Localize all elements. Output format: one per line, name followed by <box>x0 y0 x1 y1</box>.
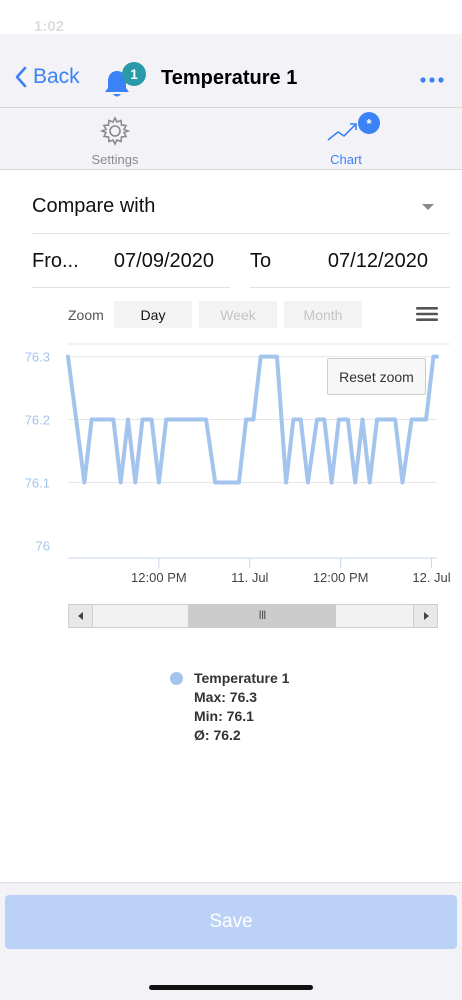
scroll-right-button[interactable] <box>413 605 437 627</box>
to-date-value: 07/12/2020 <box>327 250 428 272</box>
y-tick-label: 76.1 <box>25 475 50 490</box>
gear-icon <box>99 116 131 146</box>
save-button[interactable]: Save <box>5 895 457 949</box>
zoom-label: Zoom <box>68 307 104 323</box>
scrollbar-thumb[interactable]: III <box>188 605 336 627</box>
from-date-label: Fro... <box>32 250 79 272</box>
back-label: Back <box>33 65 80 88</box>
scrollbar-grip-icon: III <box>258 608 266 622</box>
navigation-bar: Back 1 Temperature 1 <box>0 34 462 108</box>
chart-menu-button[interactable] <box>416 306 438 322</box>
x-tick-label: 12. Jul <box>412 570 450 585</box>
zoom-toolbar: Zoom Day Week Month <box>68 300 448 330</box>
zoom-day-button[interactable]: Day <box>114 301 192 328</box>
legend-average: Ø: 76.2 <box>194 727 241 743</box>
y-tick-label: 76 <box>36 538 50 553</box>
triangle-right-icon <box>423 612 429 620</box>
more-horizontal-icon <box>420 77 444 83</box>
zoom-month-button[interactable]: Month <box>284 301 362 328</box>
notifications-button[interactable]: 1 <box>102 62 146 98</box>
to-date-label: To <box>250 250 272 272</box>
status-time: 1:02 <box>34 18 65 35</box>
triangle-left-icon <box>77 612 83 620</box>
back-button[interactable]: Back <box>14 62 80 92</box>
tab-chart[interactable]: * Chart <box>286 108 406 170</box>
y-tick-label: 76.3 <box>25 350 50 365</box>
legend-min: Min: 76.1 <box>194 708 254 724</box>
tab-settings[interactable]: Settings <box>55 108 175 170</box>
zoom-week-button[interactable]: Week <box>199 301 277 328</box>
compare-with-select[interactable]: Compare with <box>32 180 450 234</box>
legend-series-dot <box>170 672 183 685</box>
to-date-field[interactable]: To 07/12/2020 <box>250 236 450 288</box>
legend-series-name: Temperature 1 <box>194 670 290 686</box>
bottom-bar: Save <box>0 882 462 1000</box>
chart-navigator-scrollbar[interactable]: III <box>68 604 438 628</box>
more-options-button[interactable] <box>418 70 448 90</box>
date-range: Fro... 07/09/2020 To 07/12/2020 <box>32 236 450 288</box>
chart-badge: * <box>358 112 380 134</box>
home-indicator <box>149 985 313 990</box>
page-title: Temperature 1 <box>161 67 298 89</box>
hamburger-menu-icon <box>416 307 438 321</box>
chart-icon: * <box>326 112 380 146</box>
tab-chart-label: Chart <box>330 152 362 167</box>
from-date-value: 07/09/2020 <box>113 250 214 272</box>
tab-settings-label: Settings <box>91 152 139 167</box>
tab-bar: Settings * Chart <box>0 108 462 170</box>
compare-with-label: Compare with <box>32 195 156 217</box>
from-date-field[interactable]: Fro... 07/09/2020 <box>32 236 230 288</box>
legend-max: Max: 76.3 <box>194 689 258 705</box>
status-bar: 1:02 <box>0 0 462 35</box>
x-tick-label: 11. Jul <box>231 570 268 585</box>
x-tick-label: 12:00 PM <box>313 570 369 585</box>
scroll-left-button[interactable] <box>69 605 93 627</box>
notification-count-badge: 1 <box>122 62 146 86</box>
caret-down-icon <box>422 204 434 210</box>
chevron-left-icon <box>15 66 27 88</box>
y-tick-label: 76.2 <box>25 413 50 428</box>
x-tick-label: 12:00 PM <box>131 570 187 585</box>
reset-zoom-button[interactable]: Reset zoom <box>327 358 426 395</box>
